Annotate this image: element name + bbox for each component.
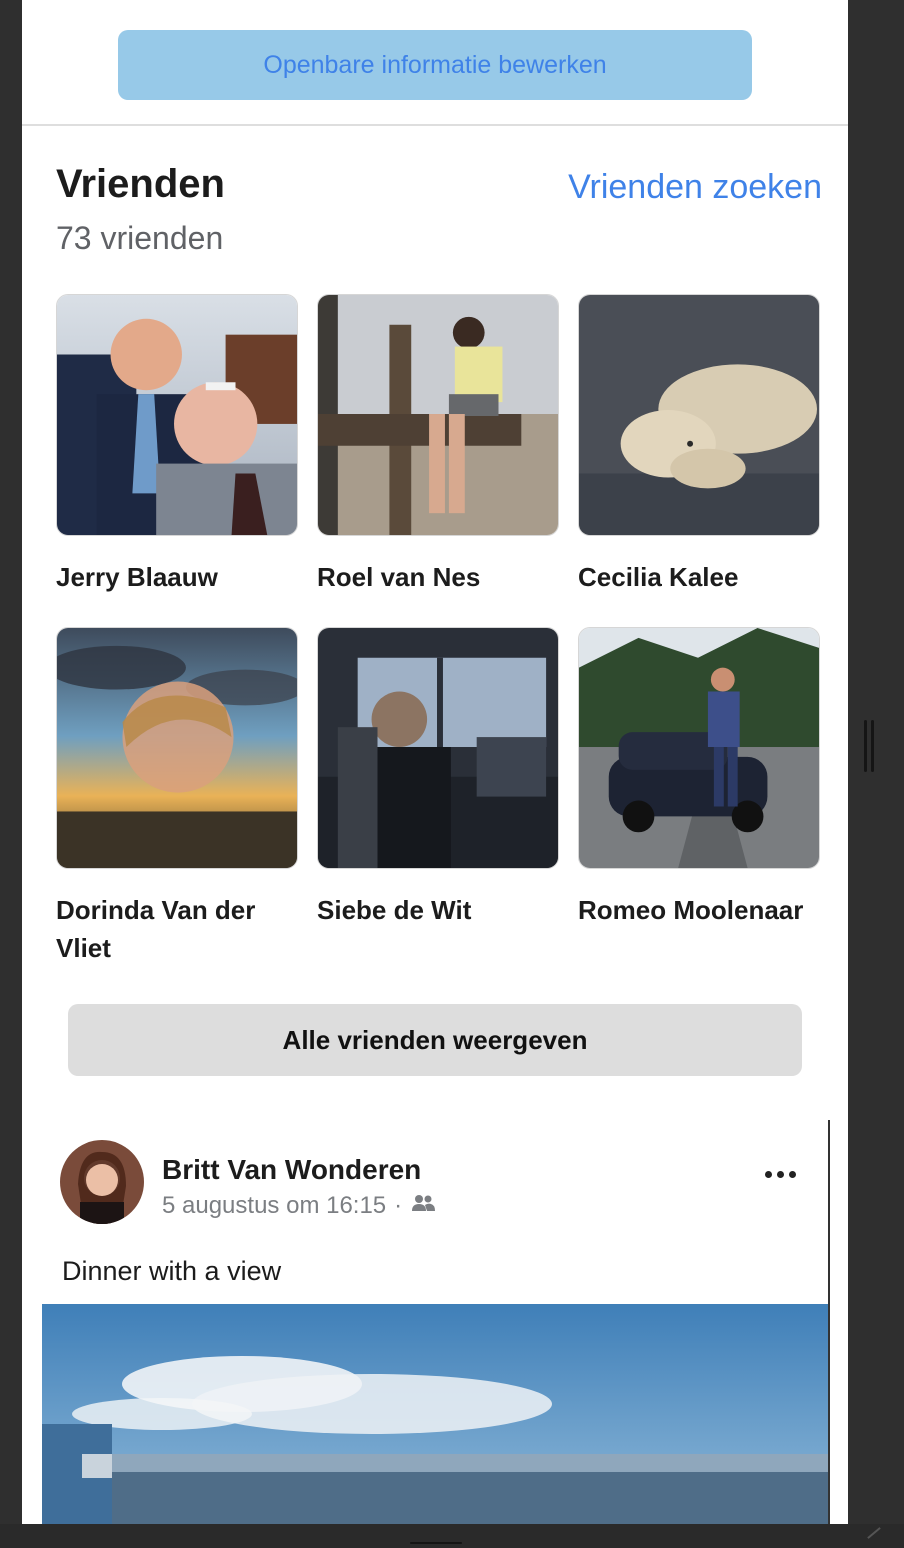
- friend-card[interactable]: Jerry Blaauw: [56, 294, 300, 596]
- feed-post: Britt Van Wonderen 5 augustus om 16:15 ·…: [42, 1120, 830, 1524]
- edit-public-info-button[interactable]: Openbare informatie bewerken: [118, 30, 752, 100]
- friend-card[interactable]: Cecilia Kalee: [578, 294, 822, 596]
- friend-photo[interactable]: [56, 294, 298, 536]
- meta-separator: ·: [394, 1192, 403, 1219]
- window-frame-left: [0, 0, 22, 1548]
- friend-card[interactable]: Romeo Moolenaar: [578, 627, 822, 929]
- friend-card[interactable]: Dorinda Van der Vliet: [56, 627, 300, 967]
- post-meta: 5 augustus om 16:15 ·: [162, 1192, 436, 1220]
- home-indicator[interactable]: [410, 1542, 462, 1544]
- friend-name[interactable]: Siebe de Wit: [317, 891, 561, 929]
- avatar[interactable]: [60, 1140, 144, 1224]
- friend-photo[interactable]: [578, 627, 820, 869]
- friend-card[interactable]: Siebe de Wit: [317, 627, 561, 929]
- find-friends-link[interactable]: Vrienden zoeken: [568, 168, 822, 207]
- section-divider: [22, 124, 848, 126]
- friend-name[interactable]: Cecilia Kalee: [578, 558, 822, 596]
- friends-section-title: Vrienden: [56, 162, 225, 206]
- friend-photo[interactable]: [317, 294, 559, 536]
- post-author-name[interactable]: Britt Van Wonderen: [162, 1154, 421, 1186]
- friend-photo[interactable]: [578, 294, 820, 536]
- profile-page: Openbare informatie bewerken Vrienden 73…: [22, 0, 848, 1524]
- window-bottom-bar: [0, 1524, 904, 1548]
- show-all-friends-button[interactable]: Alle vrienden weergeven: [68, 1004, 802, 1076]
- friends-count: 73 vrienden: [56, 220, 224, 256]
- friend-card[interactable]: Roel van Nes: [317, 294, 561, 596]
- friend-name[interactable]: Roel van Nes: [317, 558, 561, 596]
- more-dots-icon[interactable]: [760, 1164, 800, 1184]
- resize-grip-icon[interactable]: [862, 720, 876, 772]
- friends-icon[interactable]: [410, 1192, 436, 1220]
- post-photo[interactable]: [42, 1304, 828, 1524]
- friend-photo[interactable]: [56, 627, 298, 869]
- friend-name[interactable]: Jerry Blaauw: [56, 558, 300, 596]
- friend-photo[interactable]: [317, 627, 559, 869]
- window-frame-right: [848, 0, 904, 1548]
- post-timestamp[interactable]: 5 augustus om 16:15: [162, 1192, 386, 1220]
- post-text: Dinner with a view: [62, 1256, 282, 1286]
- friend-name[interactable]: Romeo Moolenaar: [578, 891, 822, 929]
- friend-name[interactable]: Dorinda Van der Vliet: [56, 891, 300, 967]
